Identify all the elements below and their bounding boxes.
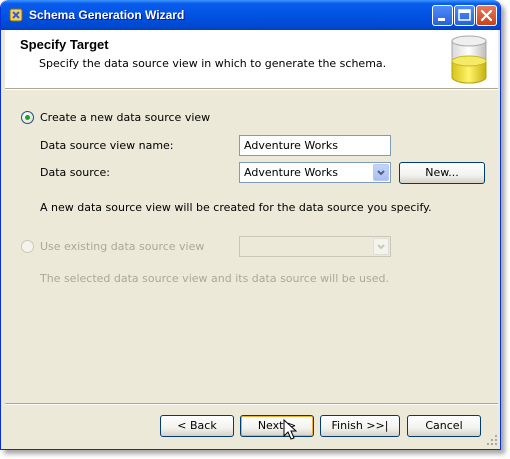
radio-selected-dot — [25, 115, 30, 120]
dsv-name-input[interactable]: Adventure Works — [239, 135, 391, 156]
page-title: Specify Target — [20, 37, 109, 52]
new-data-source-button[interactable]: New... — [399, 162, 485, 184]
data-source-value: Adventure Works — [244, 166, 338, 179]
title-bar[interactable]: Schema Generation Wizard — [1, 0, 500, 30]
dropdown-button-disabled — [373, 238, 389, 255]
dsv-name-label: Data source view name: — [40, 139, 174, 152]
data-source-select[interactable]: Adventure Works — [239, 162, 391, 183]
existing-dsv-select[interactable] — [239, 236, 391, 257]
back-button[interactable]: < Back — [160, 415, 234, 437]
header-divider — [5, 88, 498, 90]
footer-divider — [5, 403, 498, 405]
create-new-label[interactable]: Create a new data source view — [40, 111, 210, 124]
next-button[interactable]: Next > — [240, 415, 314, 437]
minimize-button[interactable] — [432, 5, 453, 26]
data-source-label: Data source: — [40, 166, 110, 179]
close-icon — [480, 9, 493, 22]
create-new-note: A new data source view will be created f… — [40, 201, 432, 214]
minimize-icon — [438, 18, 445, 21]
maximize-button[interactable] — [454, 5, 475, 26]
finish-button[interactable]: Finish >>| — [320, 415, 400, 437]
dropdown-button[interactable] — [373, 164, 389, 181]
create-new-radio[interactable] — [21, 111, 34, 124]
window-title: Schema Generation Wizard — [29, 8, 185, 22]
wizard-header: Specify Target Specify the data source v… — [5, 30, 498, 88]
resize-grip-icon[interactable] — [485, 433, 499, 447]
use-existing-note: The selected data source view and its da… — [40, 272, 389, 285]
dsv-name-value: Adventure Works — [244, 139, 338, 152]
page-subtitle: Specify the data source view in which to… — [39, 57, 387, 70]
maximize-icon — [458, 9, 471, 21]
wizard-window: Schema Generation Wizard Specify Target … — [0, 0, 501, 450]
close-button[interactable] — [476, 5, 497, 26]
wizard-app-icon — [9, 8, 23, 22]
use-existing-radio[interactable] — [21, 240, 34, 253]
chevron-down-icon — [377, 170, 385, 176]
chevron-down-icon — [377, 244, 385, 250]
database-cylinder-icon — [451, 35, 487, 84]
cancel-button[interactable]: Cancel — [407, 415, 481, 437]
mouse-cursor-icon — [283, 419, 297, 440]
use-existing-label[interactable]: Use existing data source view — [40, 240, 204, 253]
